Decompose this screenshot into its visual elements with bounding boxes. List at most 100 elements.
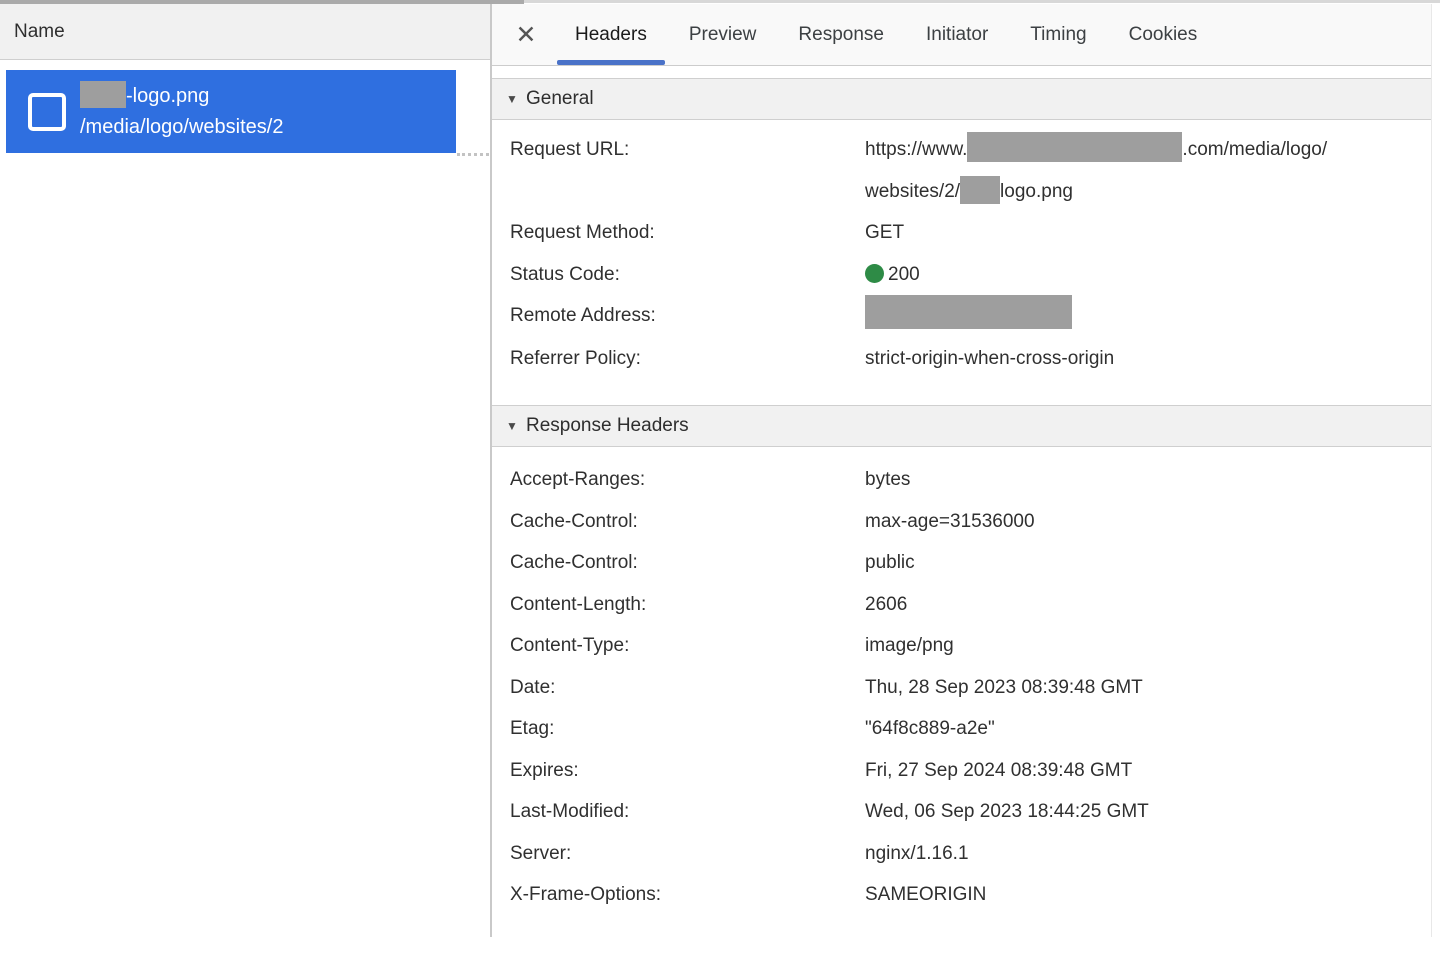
header-value-text: "64f8c889-a2e" — [865, 718, 995, 739]
header-value-text: nginx/1.16.1 — [865, 843, 969, 864]
header-value-line: 2606 — [865, 584, 1420, 626]
header-value-line — [865, 295, 1420, 338]
header-name: Cache-Control: — [510, 542, 865, 584]
header-value: Fri, 27 Sep 2024 08:39:48 GMT — [865, 750, 1440, 792]
header-value-line: max-age=31536000 — [865, 501, 1420, 543]
header-name: Cache-Control: — [510, 501, 865, 543]
name-column-header[interactable]: Name — [0, 4, 490, 60]
details-tab-bar: ✕ HeadersPreviewResponseInitiatorTimingC… — [492, 4, 1440, 66]
section-response-headers: ▼Response HeadersAccept-Ranges:bytesCach… — [492, 405, 1440, 938]
header-name: Remote Address: — [510, 295, 865, 338]
header-value-text: strict-origin-when-cross-origin — [865, 348, 1114, 369]
devtools-network-panel: Name -logo.png /media/logo/websites/2 ✕ … — [0, 0, 1440, 961]
header-name: Accept-Ranges: — [510, 459, 865, 501]
header-value-text: logo.png — [1000, 181, 1073, 202]
header-value-line: bytes — [865, 459, 1420, 501]
tab-cookies[interactable]: Cookies — [1108, 4, 1219, 65]
disclosure-triangle-icon: ▼ — [506, 419, 526, 433]
redacted-box — [960, 176, 1000, 204]
section-title: Response Headers — [526, 415, 689, 437]
section-rows: Request URL:https://www..com/media/logo/… — [492, 120, 1440, 405]
header-row-accept-ranges: Accept-Ranges:bytes — [492, 459, 1440, 501]
header-value: bytes — [865, 459, 1440, 501]
header-value: Wed, 06 Sep 2023 18:44:25 GMT — [865, 791, 1440, 833]
header-row-date: Date:Thu, 28 Sep 2023 08:39:48 GMT — [492, 667, 1440, 709]
header-value: "64f8c889-a2e" — [865, 708, 1440, 750]
image-file-thumbnail-icon — [28, 93, 66, 131]
header-value-text: 200 — [888, 264, 920, 285]
header-value-text: SAMEORIGIN — [865, 884, 986, 905]
section-rows: Accept-Ranges:bytesCache-Control:max-age… — [492, 447, 1440, 938]
tab-timing[interactable]: Timing — [1009, 4, 1107, 65]
header-name: Etag: — [510, 708, 865, 750]
header-value: 200 — [865, 254, 1440, 296]
header-value — [865, 295, 1440, 338]
header-name: Server: — [510, 833, 865, 875]
request-path: /media/logo/websites/2 — [80, 112, 283, 143]
header-value: 2606 — [865, 584, 1440, 626]
request-name-line: -logo.png — [80, 81, 283, 112]
header-name: Content-Length: — [510, 584, 865, 626]
header-row-server: Server:nginx/1.16.1 — [492, 833, 1440, 875]
header-value-text: 2606 — [865, 594, 907, 615]
header-name: Content-Type: — [510, 625, 865, 667]
name-column-label: Name — [14, 21, 65, 43]
header-row-referrer-policy: Referrer Policy:strict-origin-when-cross… — [492, 338, 1440, 380]
header-value-text: image/png — [865, 635, 954, 656]
header-name: Date: — [510, 667, 865, 709]
redacted-box — [967, 132, 1182, 162]
header-value-line: nginx/1.16.1 — [865, 833, 1420, 875]
header-row-content-length: Content-Length:2606 — [492, 584, 1440, 626]
header-value: SAMEORIGIN — [865, 874, 1440, 916]
header-name: Last-Modified: — [510, 791, 865, 833]
request-name: -logo.png — [126, 85, 209, 107]
tab-preview[interactable]: Preview — [668, 4, 778, 65]
header-value: strict-origin-when-cross-origin — [865, 338, 1440, 380]
section-header-response-headers[interactable]: ▼Response Headers — [492, 405, 1440, 447]
close-icon[interactable]: ✕ — [506, 20, 546, 50]
header-name: Expires: — [510, 750, 865, 792]
header-value-text: Thu, 28 Sep 2023 08:39:48 GMT — [865, 677, 1143, 698]
header-name: Request URL: — [510, 129, 865, 212]
header-value-text: Wed, 06 Sep 2023 18:44:25 GMT — [865, 801, 1149, 822]
header-value-line: "64f8c889-a2e" — [865, 708, 1420, 750]
header-value-text: .com/media/logo/ — [1182, 139, 1327, 160]
section-header-general[interactable]: ▼General — [492, 78, 1440, 120]
header-row-cache-control: Cache-Control:public — [492, 542, 1440, 584]
tab-headers[interactable]: Headers — [554, 4, 668, 65]
header-value: https://www..com/media/logo/websites/2/l… — [865, 129, 1440, 212]
header-row-last-modified: Last-Modified:Wed, 06 Sep 2023 18:44:25 … — [492, 791, 1440, 833]
headers-sections: ▼GeneralRequest URL:https://www..com/med… — [492, 66, 1440, 938]
header-value-line: SAMEORIGIN — [865, 874, 1420, 916]
section-general: ▼GeneralRequest URL:https://www..com/med… — [492, 78, 1440, 405]
header-value: GET — [865, 212, 1440, 254]
header-row-cache-control: Cache-Control:max-age=31536000 — [492, 501, 1440, 543]
redacted-box — [80, 81, 126, 108]
header-value: max-age=31536000 — [865, 501, 1440, 543]
header-value-line: Thu, 28 Sep 2023 08:39:48 GMT — [865, 667, 1420, 709]
header-value-line: Wed, 06 Sep 2023 18:44:25 GMT — [865, 791, 1420, 833]
header-value-text: max-age=31536000 — [865, 511, 1035, 532]
header-row-etag: Etag:"64f8c889-a2e" — [492, 708, 1440, 750]
header-value-text: Fri, 27 Sep 2024 08:39:48 GMT — [865, 760, 1132, 781]
header-value-line: websites/2/logo.png — [865, 171, 1420, 213]
header-value: nginx/1.16.1 — [865, 833, 1440, 875]
header-row-x-frame-options: X-Frame-Options:SAMEORIGIN — [492, 874, 1440, 916]
scrollbar-track[interactable] — [1431, 4, 1440, 937]
header-name: Request Method: — [510, 212, 865, 254]
header-value: Thu, 28 Sep 2023 08:39:48 GMT — [865, 667, 1440, 709]
row-border-dots — [457, 153, 489, 156]
disclosure-triangle-icon: ▼ — [506, 92, 526, 106]
request-details-panel: ✕ HeadersPreviewResponseInitiatorTimingC… — [490, 4, 1440, 937]
request-row-selected[interactable]: -logo.png /media/logo/websites/2 — [6, 70, 456, 153]
header-value-line: Fri, 27 Sep 2024 08:39:48 GMT — [865, 750, 1420, 792]
header-name: Referrer Policy: — [510, 338, 865, 380]
header-value: public — [865, 542, 1440, 584]
header-value-line: public — [865, 542, 1420, 584]
header-value-line: GET — [865, 212, 1420, 254]
header-value: image/png — [865, 625, 1440, 667]
tab-initiator[interactable]: Initiator — [905, 4, 1009, 65]
section-title: General — [526, 88, 594, 110]
tab-response[interactable]: Response — [777, 4, 905, 65]
header-value-line: 200 — [865, 254, 1420, 296]
